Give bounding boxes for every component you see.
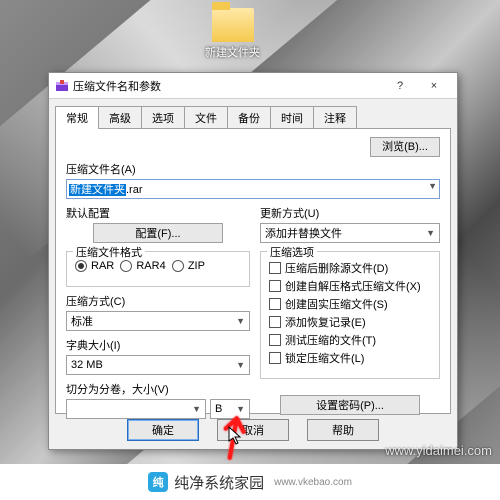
browse-button[interactable]: 浏览(B)...	[370, 137, 440, 157]
dialog-buttons: 确定 取消 帮助	[49, 419, 457, 441]
chevron-down-icon: ▼	[236, 316, 245, 326]
config-button[interactable]: 配置(F)...	[93, 223, 223, 243]
ok-button[interactable]: 确定	[127, 419, 199, 441]
titlebar[interactable]: 压缩文件名和参数 ? ×	[49, 73, 457, 99]
chevron-down-icon: ▼	[236, 404, 245, 414]
tab-advanced[interactable]: 高级	[98, 106, 142, 129]
cancel-button[interactable]: 取消	[217, 419, 289, 441]
split-unit-combo[interactable]: B▼	[210, 399, 250, 419]
radio-icon	[120, 260, 132, 272]
options-group-title: 压缩选项	[267, 244, 317, 260]
format-group-title: 压缩文件格式	[73, 244, 145, 260]
split-label: 切分为分卷，大小(V)	[66, 381, 250, 397]
radio-icon	[75, 260, 87, 272]
checkbox-icon	[269, 316, 281, 328]
check-delete-source[interactable]: 压缩后删除源文件(D)	[269, 260, 431, 276]
filename-label: 压缩文件名(A)	[66, 161, 440, 177]
filename-ext: .rar	[126, 184, 143, 196]
chevron-down-icon: ▼	[426, 228, 435, 238]
default-config-label: 默认配置	[66, 205, 250, 221]
dict-label: 字典大小(I)	[66, 337, 250, 353]
tab-backup[interactable]: 备份	[227, 106, 271, 129]
tab-comment[interactable]: 注释	[313, 106, 357, 129]
tab-general[interactable]: 常规	[55, 106, 99, 129]
checkbox-icon	[269, 280, 281, 292]
format-group: 压缩文件格式 RAR RAR4 ZIP	[66, 251, 250, 287]
archive-dialog: 压缩文件名和参数 ? × 常规 高级 选项 文件 备份 时间 注释 浏览(B).…	[48, 72, 458, 450]
options-group: 压缩选项 压缩后删除源文件(D) 创建自解压格式压缩文件(X) 创建固实压缩文件…	[260, 251, 440, 379]
check-test[interactable]: 测试压缩的文件(T)	[269, 332, 431, 348]
checkbox-icon	[269, 262, 281, 274]
filename-input[interactable]: 新建文件夹.rar ▼	[66, 179, 440, 199]
watermark: www.yidaimei.com	[385, 443, 492, 458]
check-sfx[interactable]: 创建自解压格式压缩文件(X)	[269, 278, 431, 294]
footer-url: www.vkebao.com	[274, 477, 352, 488]
tab-strip: 常规 高级 选项 文件 备份 时间 注释	[49, 99, 457, 128]
radio-zip[interactable]: ZIP	[172, 260, 205, 272]
chevron-down-icon[interactable]: ▼	[428, 181, 437, 191]
check-lock[interactable]: 锁定压缩文件(L)	[269, 350, 431, 366]
footer-brand: 纯净系统家园	[174, 472, 264, 493]
password-button[interactable]: 设置密码(P)...	[280, 395, 420, 415]
chevron-down-icon: ▼	[192, 404, 201, 414]
winrar-icon	[55, 79, 69, 93]
chevron-down-icon: ▼	[236, 360, 245, 370]
page-footer: 纯 纯净系统家园 www.vkebao.com	[0, 464, 500, 500]
checkbox-icon	[269, 298, 281, 310]
help-button[interactable]: ?	[383, 76, 417, 96]
method-label: 压缩方式(C)	[66, 293, 250, 309]
method-combo[interactable]: 标准▼	[66, 311, 250, 331]
help-button[interactable]: 帮助	[307, 419, 379, 441]
tab-options[interactable]: 选项	[141, 106, 185, 129]
dict-combo[interactable]: 32 MB▼	[66, 355, 250, 375]
tab-panel-general: 浏览(B)... 压缩文件名(A) 新建文件夹.rar ▼ 默认配置 配置(F)…	[55, 128, 451, 414]
check-recovery[interactable]: 添加恢复记录(E)	[269, 314, 431, 330]
checkbox-icon	[269, 352, 281, 364]
dialog-title: 压缩文件名和参数	[73, 78, 383, 94]
folder-icon	[212, 8, 254, 42]
update-combo[interactable]: 添加并替换文件▼	[260, 223, 440, 243]
update-label: 更新方式(U)	[260, 205, 440, 221]
folder-label: 新建文件夹	[205, 44, 260, 60]
radio-rar4[interactable]: RAR4	[120, 260, 165, 272]
check-solid[interactable]: 创建固实压缩文件(S)	[269, 296, 431, 312]
radio-icon	[172, 260, 184, 272]
radio-rar[interactable]: RAR	[75, 260, 114, 272]
desktop-folder[interactable]: 新建文件夹	[205, 8, 260, 60]
footer-logo-icon: 纯	[148, 472, 168, 492]
split-size-combo[interactable]: ▼	[66, 399, 206, 419]
close-button[interactable]: ×	[417, 76, 451, 96]
tab-files[interactable]: 文件	[184, 106, 228, 129]
filename-selected-text: 新建文件夹	[69, 184, 126, 196]
tab-time[interactable]: 时间	[270, 106, 314, 129]
checkbox-icon	[269, 334, 281, 346]
